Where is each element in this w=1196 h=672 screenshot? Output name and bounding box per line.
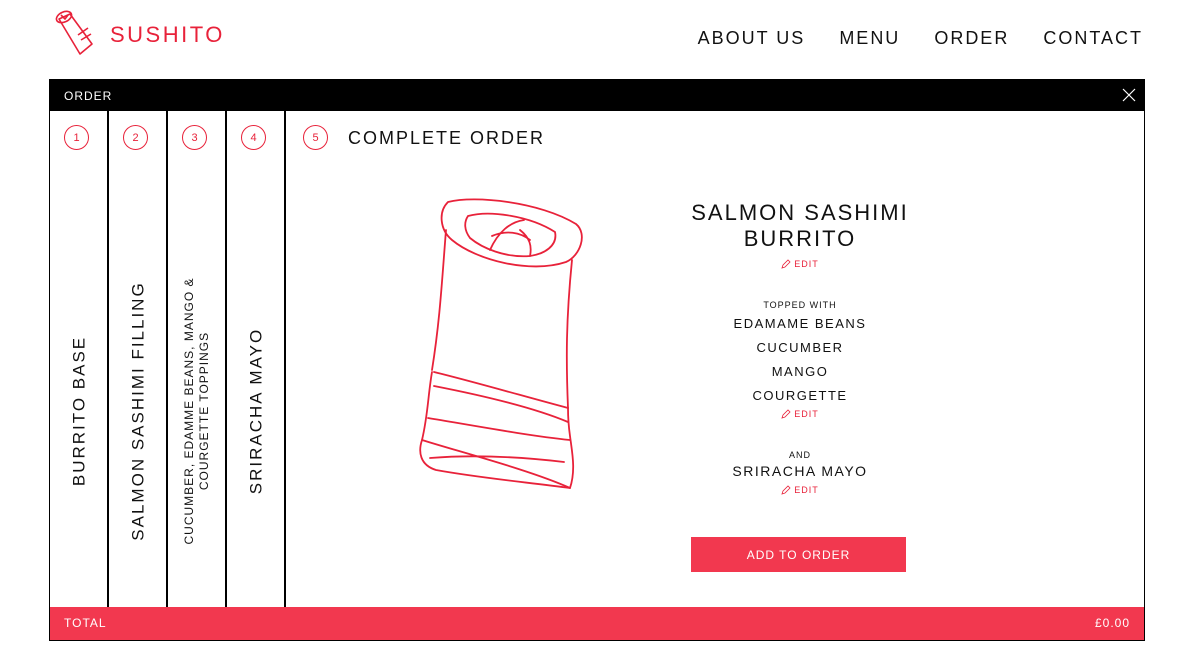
step-number: 3 [182, 125, 207, 150]
nav-contact[interactable]: CONTACT [1043, 28, 1143, 49]
total-amount: £0.00 [1094, 616, 1130, 630]
step-label: CUCUMBER, EDAMME BEANS, MANGO & COURGETT… [182, 277, 212, 544]
add-to-order-button[interactable]: ADD TO ORDER [691, 537, 906, 572]
sauce-item: SRIRACHA MAYO [732, 463, 868, 479]
step-burrito-base[interactable]: 1 BURRITO BASE [50, 111, 109, 609]
nav-about-us[interactable]: ABOUT US [698, 28, 806, 49]
edit-label: EDIT [794, 485, 819, 495]
brand-name: SUSHITO [110, 22, 225, 47]
step-complete-order-title: COMPLETE ORDER [348, 128, 546, 148]
total-bar: TOTAL £0.00 [50, 607, 1144, 640]
nav-order[interactable]: ORDER [934, 28, 1009, 49]
order-panel: ORDER 1 BURRITO BASE 2 SALMON SASHIMI FI… [49, 79, 1145, 641]
step-label: SALMON SASHIMI FILLING [128, 281, 147, 541]
edit-toppings-link[interactable]: EDIT [781, 409, 819, 419]
topping-item: MANGO [771, 364, 829, 379]
topped-with-label: TOPPED WITH [763, 300, 837, 310]
step-number-complete: 5 [303, 125, 328, 150]
sushi-roll-logo-icon [55, 10, 93, 55]
step-label-line-1: CUCUMBER, EDAMME BEANS, MANGO & [181, 277, 196, 545]
step-number: 2 [123, 125, 148, 150]
main-nav: ABOUT US MENU ORDER CONTACT [664, 28, 1143, 49]
topping-item: EDAMAME BEANS [733, 316, 867, 331]
step-label: BURRITO BASE [69, 335, 88, 487]
step-sauce[interactable]: 4 SRIRACHA MAYO [227, 111, 286, 609]
burrito-illustration [419, 198, 583, 489]
step-filling[interactable]: 2 SALMON SASHIMI FILLING [109, 111, 168, 609]
pencil-icon [781, 409, 791, 419]
edit-product-link[interactable]: EDIT [781, 259, 819, 269]
nav-menu[interactable]: MENU [839, 28, 900, 49]
step-toppings[interactable]: 3 CUCUMBER, EDAMME BEANS, MANGO & COURGE… [168, 111, 227, 609]
topping-item: CUCUMBER [756, 340, 844, 355]
step-number: 1 [64, 125, 89, 150]
edit-label: EDIT [794, 409, 819, 419]
edit-sauce-link[interactable]: EDIT [781, 485, 819, 495]
brand-logo[interactable]: SUSHITO [50, 10, 225, 60]
product-name-line-2: BURRITO [743, 226, 857, 251]
close-icon [1122, 88, 1136, 102]
topping-item: COURGETTE [752, 388, 848, 403]
pencil-icon [781, 485, 791, 495]
step-label-line-2: COURGETTE TOPPINGS [196, 331, 211, 491]
order-summary: SALMON SASHIMI BURRITO EDIT TOPPED WITH … [620, 200, 980, 500]
order-header-bar: ORDER [50, 80, 1144, 111]
product-name-line-1: SALMON SASHIMI [691, 200, 909, 225]
close-button[interactable] [1120, 86, 1138, 104]
order-header-title: ORDER [64, 89, 113, 103]
and-label: AND [788, 450, 811, 460]
total-label: TOTAL [64, 616, 107, 630]
step-number: 4 [241, 125, 266, 150]
step-label: SRIRACHA MAYO [246, 327, 265, 495]
pencil-icon [781, 259, 791, 269]
edit-label: EDIT [794, 259, 819, 269]
